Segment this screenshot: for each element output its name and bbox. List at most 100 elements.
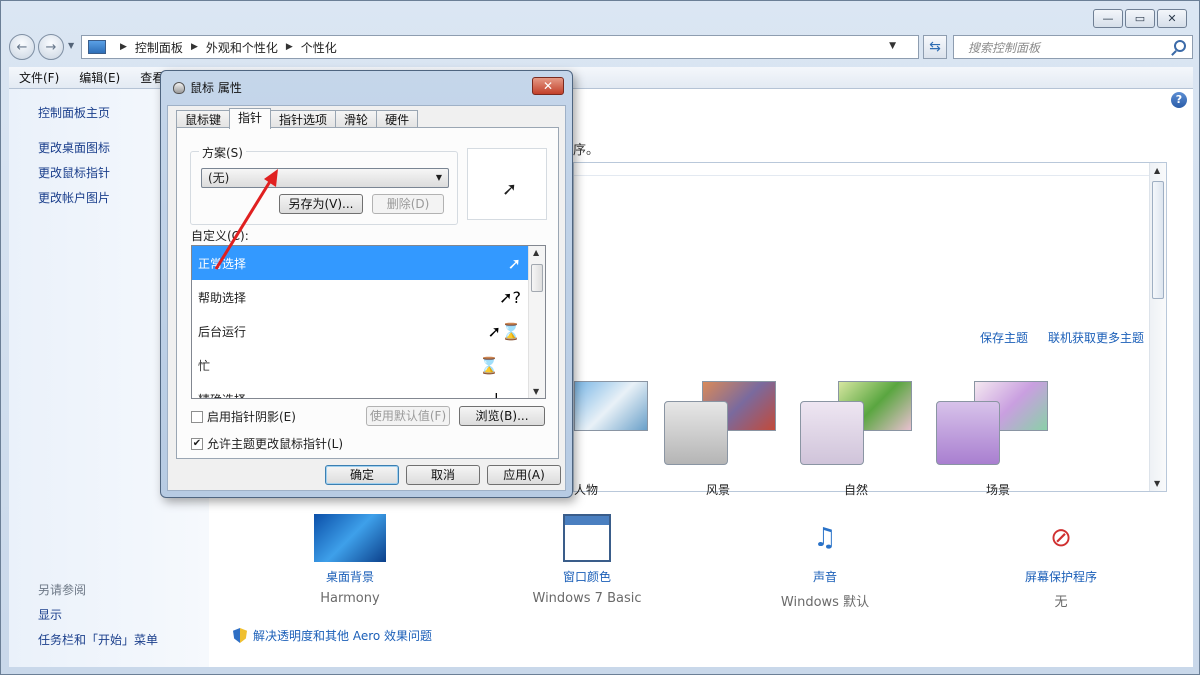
cancel-button[interactable]: 取消 (406, 465, 480, 485)
theme-thumb-scenes[interactable] (936, 401, 1000, 465)
theme-name-nature: 自然 (844, 483, 869, 497)
window-caption-buttons: — ▭ ✕ (1093, 9, 1187, 28)
list-item[interactable]: 忙 ⌛ (192, 348, 529, 382)
scheme-label: 方案(S) (199, 144, 246, 161)
theme-thumb-nature[interactable] (800, 401, 864, 465)
window-color-value: Windows 7 Basic (532, 591, 642, 606)
theme-name-people: 人物 (574, 483, 599, 497)
dialog-title-bar: 鼠标 属性 (173, 79, 242, 96)
help-icon[interactable]: ? (1171, 92, 1187, 108)
pointer-label: 后台运行 (198, 324, 247, 339)
dialog-close-button[interactable]: ✕ (532, 77, 564, 95)
divider (574, 175, 1150, 176)
pointer-label: 帮助选择 (198, 290, 247, 305)
annotation-arrow-shaft (214, 174, 276, 270)
list-item[interactable]: 后台运行 ➚⌛ (192, 314, 529, 348)
use-default-button[interactable]: 使用默认值(F) (366, 406, 450, 426)
desktop-background-item[interactable]: 桌面背景 Harmony (280, 514, 420, 606)
navigation-bar: ← → ▼ ▶ 控制面板 ▶ 外观和个性化 ▶ 个性化 ▼ ⇆ 搜索控制面板 (9, 33, 1193, 61)
browse-button[interactable]: 浏览(B)... (459, 406, 545, 426)
enable-pointer-shadow-checkbox[interactable]: 启用指针阴影(E) (191, 408, 296, 425)
theme-list-scrollbar[interactable]: ▲ ▼ (1149, 163, 1166, 491)
close-button[interactable]: ✕ (1157, 9, 1187, 28)
scrollbar-thumb[interactable] (1152, 181, 1164, 299)
chevron-right-icon[interactable]: ▶ (120, 42, 127, 52)
refresh-button[interactable]: ⇆ (923, 35, 947, 59)
window-color-link[interactable]: 窗口颜色 (517, 568, 657, 585)
sounds-item[interactable]: ♫ 声音 Windows 默认 (755, 514, 895, 610)
refresh-icon: ⇆ (929, 39, 941, 55)
change-account-picture-link[interactable]: 更改帐户图片 (38, 189, 110, 206)
save-theme-link[interactable]: 保存主题 (980, 329, 1028, 346)
theme-thumb-landscapes[interactable] (664, 401, 728, 465)
menu-edit[interactable]: 编辑(E) (69, 69, 130, 86)
mouse-properties-dialog: 鼠标 属性 ✕ 鼠标键 指针 指针选项 滑轮 硬件 方案(S) (无) ▼ 另存… (160, 70, 573, 498)
pointer-preview-cursor-icon: ➚ (502, 179, 518, 200)
tab-pointers[interactable]: 指针 (229, 108, 272, 129)
search-placeholder: 搜索控制面板 (968, 40, 1041, 55)
theme-name-landscapes: 风景 (706, 483, 731, 497)
pointer-preview: ➚ (467, 148, 547, 220)
scrollbar-thumb[interactable] (531, 264, 543, 292)
shield-icon (233, 628, 247, 643)
search-input[interactable]: 搜索控制面板 (953, 35, 1193, 59)
control-panel-home-link[interactable]: 控制面板主页 (38, 104, 110, 121)
checkmark-icon[interactable]: ✔ (191, 437, 203, 450)
control-panel-icon (88, 40, 106, 54)
recent-pages-dropdown-icon[interactable]: ▼ (68, 41, 74, 50)
annotation-arrow (214, 169, 278, 270)
aero-troubleshoot-label: 解决透明度和其他 Aero 效果问题 (253, 629, 433, 643)
ok-button[interactable]: 确定 (325, 465, 399, 485)
theme-preview-people[interactable] (574, 381, 648, 431)
chevron-right-icon[interactable]: ▶ (286, 42, 293, 52)
delete-button[interactable]: 删除(D) (372, 194, 444, 214)
maximize-button[interactable]: ▭ (1125, 9, 1155, 28)
change-desktop-icons-link[interactable]: 更改桌面图标 (38, 139, 110, 156)
desktop-background-value: Harmony (320, 591, 380, 606)
pointer-list-scrollbar[interactable]: ▲ ▼ (528, 246, 545, 398)
search-icon[interactable] (1174, 40, 1186, 52)
scroll-up-icon[interactable]: ▲ (1154, 166, 1160, 175)
precision-select-cursor-icon: | (493, 389, 499, 399)
checkbox-box[interactable] (191, 410, 203, 423)
desktop-background-link[interactable]: 桌面背景 (280, 568, 420, 585)
aero-troubleshoot-link[interactable]: 解决透明度和其他 Aero 效果问题 (233, 627, 432, 644)
breadcrumb-control-panel[interactable]: 控制面板 (135, 39, 183, 56)
get-more-themes-link[interactable]: 联机获取更多主题 (1048, 329, 1144, 346)
apply-button[interactable]: 应用(A) (487, 465, 561, 485)
address-dropdown-icon[interactable]: ▼ (889, 41, 896, 51)
theme-name-scenes: 场景 (986, 483, 1011, 497)
save-as-button[interactable]: 另存为(V)... (279, 194, 363, 214)
windows-logo-icon (314, 514, 386, 562)
change-mouse-pointers-link[interactable]: 更改鼠标指针 (38, 164, 110, 181)
minimize-button[interactable]: — (1093, 9, 1123, 28)
dialog-tabs: 鼠标键 指针 指针选项 滑轮 硬件 (176, 108, 419, 129)
window-color-icon (563, 514, 611, 562)
scroll-up-icon[interactable]: ▲ (533, 248, 539, 257)
scroll-down-icon[interactable]: ▼ (1154, 479, 1160, 488)
list-item[interactable]: 精确选择 | (192, 382, 529, 399)
enable-pointer-shadow-label: 启用指针阴影(E) (207, 410, 296, 424)
display-link[interactable]: 显示 (38, 606, 62, 623)
window-color-item[interactable]: 窗口颜色 Windows 7 Basic (517, 514, 657, 606)
back-button[interactable]: ← (9, 34, 35, 60)
theme-list: 保存主题 联机获取更多主题 人物 风景 自然 场景 ▲ ▼ (573, 162, 1167, 497)
description-text: 序。 (573, 143, 600, 158)
screen-saver-link[interactable]: 屏幕保护程序 (991, 568, 1131, 585)
chevron-right-icon[interactable]: ▶ (191, 42, 198, 52)
menu-file[interactable]: 文件(F) (9, 69, 69, 86)
chevron-down-icon: ▼ (435, 173, 442, 182)
taskbar-start-menu-link[interactable]: 任务栏和「开始」菜单 (38, 631, 158, 648)
address-bar[interactable]: ▶ 控制面板 ▶ 外观和个性化 ▶ 个性化 ▼ (81, 35, 919, 59)
scroll-down-icon[interactable]: ▼ (533, 387, 539, 396)
working-background-cursor-icon: ➚⌛ (487, 321, 521, 341)
breadcrumb-appearance[interactable]: 外观和个性化 (206, 39, 278, 56)
sounds-link[interactable]: 声音 (755, 568, 895, 585)
forward-button[interactable]: → (38, 34, 64, 60)
allow-themes-change-pointers-checkbox[interactable]: ✔ 允许主题更改鼠标指针(L) (191, 435, 343, 452)
list-item[interactable]: 帮助选择 ➚? (192, 280, 529, 314)
pointer-label: 忙 (198, 358, 211, 373)
breadcrumb-personalization[interactable]: 个性化 (301, 39, 337, 56)
mouse-icon (173, 81, 185, 94)
screen-saver-item[interactable]: ⊘ 屏幕保护程序 无 (991, 514, 1131, 610)
